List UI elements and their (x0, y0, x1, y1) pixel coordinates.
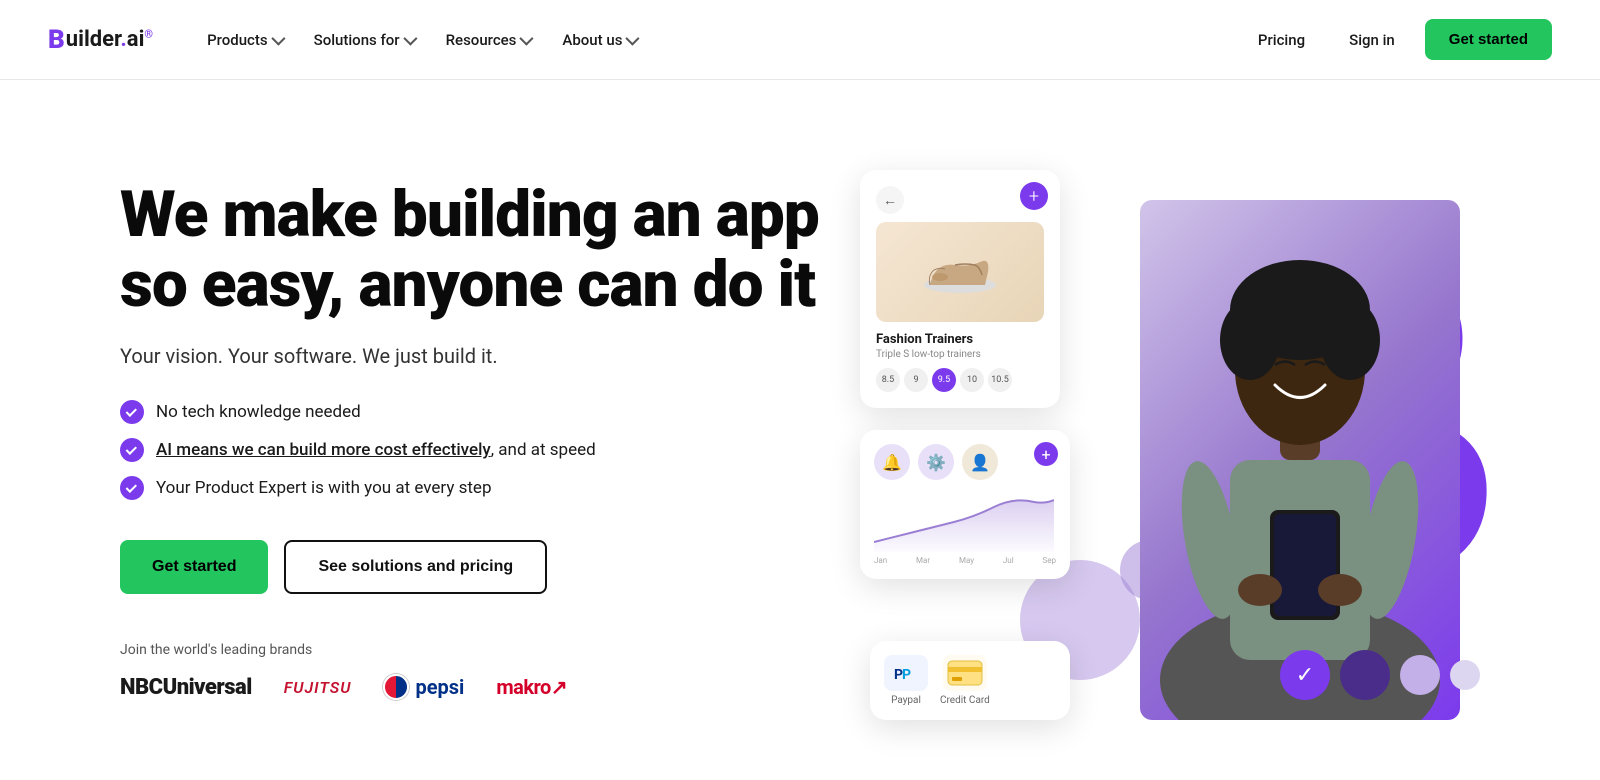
hero-solutions-button[interactable]: See solutions and pricing (284, 540, 547, 594)
hero-get-started-button[interactable]: Get started (120, 540, 268, 594)
nav-get-started-button[interactable]: Get started (1425, 19, 1552, 60)
hero-illustration: B (860, 140, 1480, 740)
nav-signin[interactable]: Sign in (1335, 23, 1409, 57)
credit-card-icon (943, 655, 987, 691)
chevron-down-icon (626, 31, 640, 45)
analytics-card: + 🔔 ⚙️ 👤 Jan (860, 430, 1070, 579)
size-btn-4[interactable]: 10 (960, 368, 984, 392)
product-subtitle: Triple S low-top trainers (876, 349, 1044, 360)
feature-text-2: AI means we can build more cost effectiv… (156, 440, 596, 460)
chart-labels: Jan Mar May Jul Sep (874, 556, 1056, 565)
paypal-icon: P P (884, 655, 928, 691)
circles-decoration: ✓ (1280, 650, 1480, 700)
check-icon-2 (120, 438, 144, 462)
nav-about[interactable]: About us (548, 23, 650, 57)
hero-features: No tech knowledge needed AI means we can… (120, 400, 820, 500)
logo-ai-text: ai (127, 27, 145, 52)
chevron-down-icon (520, 31, 534, 45)
logo[interactable]: Builder.ai® (48, 25, 153, 55)
feature-text-3: Your Product Expert is with you at every… (156, 478, 492, 498)
feature-link-2[interactable]: AI means we can build more cost effectiv… (156, 440, 491, 460)
avatar-row: 🔔 ⚙️ 👤 (874, 444, 1056, 480)
hero-person-image (1140, 200, 1460, 720)
feature-item-2: AI means we can build more cost effectiv… (120, 438, 820, 462)
nav-products[interactable]: Products (193, 23, 296, 57)
pepsi-globe-icon (383, 674, 409, 700)
notification-avatar: 🔔 (874, 444, 910, 480)
lighter-circle-decoration (1450, 660, 1480, 690)
analytics-chart (874, 492, 1056, 552)
nav-right: Pricing Sign in Get started (1244, 19, 1552, 60)
logo-name: uilder.ai® (66, 27, 153, 52)
size-btn-3[interactable]: 9.5 (932, 368, 956, 392)
hero-subtitle: Your vision. Your software. We just buil… (120, 344, 820, 368)
nav-pricing[interactable]: Pricing (1244, 23, 1319, 57)
logo-reg: ® (144, 28, 153, 41)
chart-label-1: Jan (874, 556, 887, 565)
nav-solutions-label: Solutions for (314, 31, 400, 49)
nav-links: Products Solutions for Resources About u… (193, 23, 1244, 57)
payment-card: P P Paypal Credit Card (870, 641, 1070, 720)
back-button-icon: ← (876, 186, 904, 214)
paypal-payment-item: P P Paypal (884, 655, 928, 706)
paypal-label: Paypal (891, 695, 921, 706)
nav-products-label: Products (207, 31, 268, 49)
hero-section: We make building an app so easy, anyone … (0, 80, 1600, 780)
size-btn-5[interactable]: 10.5 (988, 368, 1012, 392)
feature-item-1: No tech knowledge needed (120, 400, 820, 424)
settings-avatar: ⚙️ (918, 444, 954, 480)
chevron-down-icon (271, 31, 285, 45)
shoe-image (876, 222, 1044, 322)
svg-text:P: P (902, 667, 911, 683)
chart-label-2: Mar (916, 556, 930, 565)
check-circle-decoration: ✓ (1280, 650, 1330, 700)
analytics-add-button[interactable]: + (1034, 442, 1058, 466)
feature-item-3: Your Product Expert is with you at every… (120, 476, 820, 500)
check-icon-3 (120, 476, 144, 500)
nav-resources[interactable]: Resources (432, 23, 545, 57)
size-btn-2[interactable]: 9 (904, 368, 928, 392)
brands-label: Join the world's leading brands (120, 642, 820, 658)
nav-about-label: About us (562, 31, 622, 49)
user-avatar: 👤 (962, 444, 998, 480)
brand-nbc: NBCUniversal (120, 675, 252, 700)
product-title: Fashion Trainers (876, 332, 1044, 347)
add-to-cart-button[interactable]: + (1020, 182, 1048, 210)
nav-solutions[interactable]: Solutions for (300, 23, 428, 57)
chevron-down-icon (403, 31, 417, 45)
feature-text-1: No tech knowledge needed (156, 402, 361, 422)
brand-makro: makro↗ (496, 675, 567, 699)
chart-label-5: Sep (1043, 556, 1056, 565)
chart-label-4: Jul (1003, 556, 1014, 565)
hero-title: We make building an app so easy, anyone … (120, 180, 820, 321)
credit-card-payment-item: Credit Card (940, 655, 990, 706)
brand-pepsi: pepsi (383, 674, 464, 700)
hero-buttons: Get started See solutions and pricing (120, 540, 820, 594)
brands-logos: NBCUniversal FUJITSU pepsi makro↗ (120, 674, 820, 700)
hero-left: We make building an app so easy, anyone … (120, 180, 820, 701)
navbar: Builder.ai® Products Solutions for Resou… (0, 0, 1600, 80)
app-product-card: ← + Fashion Trainers Triple S low-top tr… (860, 170, 1060, 408)
light-circle-decoration (1400, 655, 1440, 695)
nav-resources-label: Resources (446, 31, 517, 49)
credit-card-label: Credit Card (940, 695, 990, 706)
logo-b: B (48, 25, 65, 55)
brand-fujitsu: FUJITSU (284, 678, 352, 697)
size-btn-1[interactable]: 8.5 (876, 368, 900, 392)
check-icon-1 (120, 400, 144, 424)
chart-label-3: May (959, 556, 974, 565)
size-selector: 8.5 9 9.5 10 10.5 (876, 368, 1044, 392)
dark-circle-decoration (1340, 650, 1390, 700)
brands-section: Join the world's leading brands NBCUnive… (120, 642, 820, 700)
